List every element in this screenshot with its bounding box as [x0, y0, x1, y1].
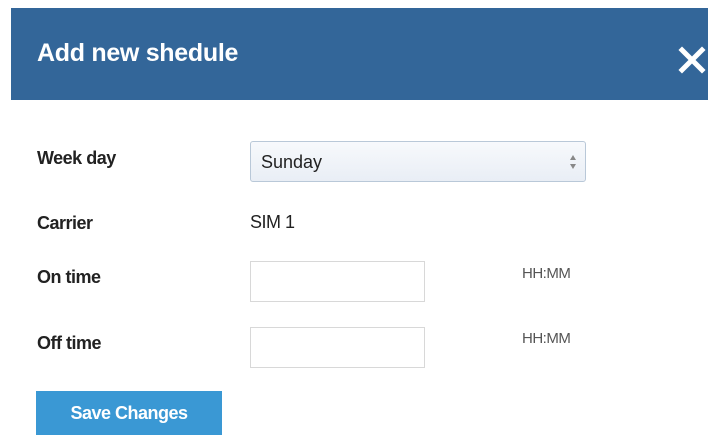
off-time-input[interactable] — [250, 327, 425, 368]
dialog-header: Add new shedule — [11, 8, 708, 100]
dialog-title: Add new shedule — [37, 39, 239, 67]
on-time-input[interactable] — [250, 261, 425, 302]
carrier-value: SIM 1 — [250, 212, 295, 232]
week-day-select[interactable]: Sunday — [250, 141, 586, 182]
close-icon — [678, 46, 706, 74]
save-changes-button[interactable]: Save Changes — [36, 391, 222, 435]
week-day-selected-value: Sunday — [261, 152, 323, 172]
week-day-label: Week day — [37, 148, 116, 168]
select-arrows-icon — [570, 155, 576, 169]
off-time-label: Off time — [37, 333, 102, 353]
on-time-label: On time — [37, 267, 101, 287]
close-button[interactable] — [677, 45, 707, 75]
carrier-label: Carrier — [37, 213, 93, 233]
on-time-format-hint: HH:MM — [522, 265, 571, 282]
add-schedule-dialog: Add new shedule Week day Sunday Carrier … — [0, 0, 708, 435]
off-time-format-hint: HH:MM — [522, 330, 571, 347]
